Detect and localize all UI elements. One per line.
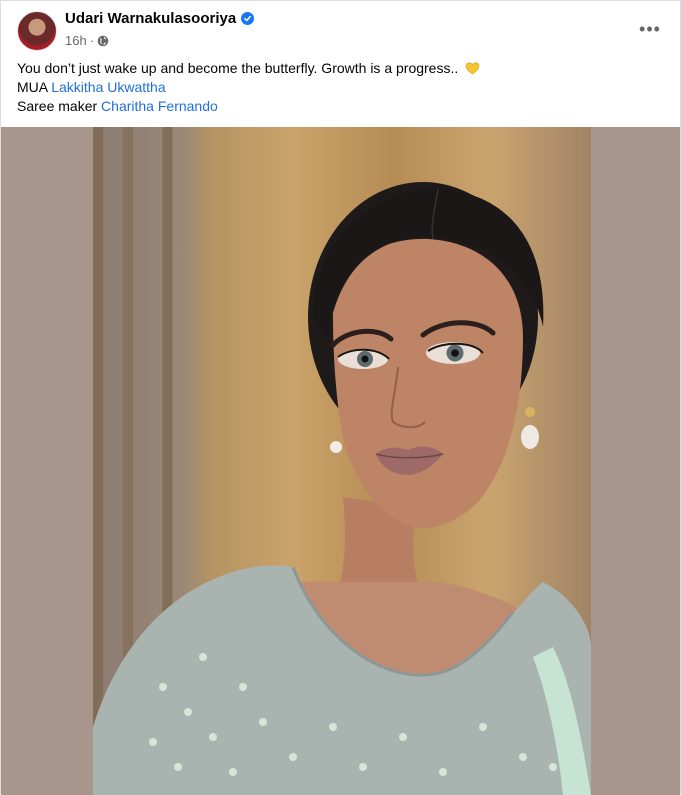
mua-link[interactable]: Lakkitha Ukwattha xyxy=(51,79,165,95)
more-horizontal-icon: ••• xyxy=(639,18,661,39)
author-avatar[interactable] xyxy=(17,11,57,51)
portrait-illustration xyxy=(93,182,591,795)
caption-text: You don’t just wake up and become the bu… xyxy=(17,60,459,76)
post-card: Udari Warnakulasooriya 16h · ••• You don… xyxy=(0,0,681,795)
post-photo[interactable] xyxy=(1,127,680,795)
more-options-button[interactable]: ••• xyxy=(636,15,664,43)
saree-maker-label: Saree maker xyxy=(17,98,98,114)
meta-separator: · xyxy=(89,33,95,48)
mua-label: MUA xyxy=(17,79,48,95)
yellow-heart-icon xyxy=(465,61,480,76)
saree-maker-link[interactable]: Charitha Fernando xyxy=(101,98,218,114)
post-header: Udari Warnakulasooriya 16h · ••• xyxy=(1,1,681,57)
author-row: Udari Warnakulasooriya xyxy=(65,10,255,27)
post-meta: 16h · xyxy=(65,33,109,48)
post-text-line-2: MUA Lakkitha Ukwattha xyxy=(17,78,657,97)
globe-icon[interactable] xyxy=(97,35,109,47)
verified-badge-icon xyxy=(241,12,255,25)
post-timestamp[interactable]: 16h xyxy=(65,33,87,48)
post-text: You don’t just wake up and become the bu… xyxy=(17,59,657,116)
post-text-line-1: You don’t just wake up and become the bu… xyxy=(17,59,657,78)
portrait-image[interactable] xyxy=(93,127,591,795)
post-text-line-3: Saree maker Charitha Fernando xyxy=(17,97,657,116)
author-name[interactable]: Udari Warnakulasooriya xyxy=(65,10,236,27)
